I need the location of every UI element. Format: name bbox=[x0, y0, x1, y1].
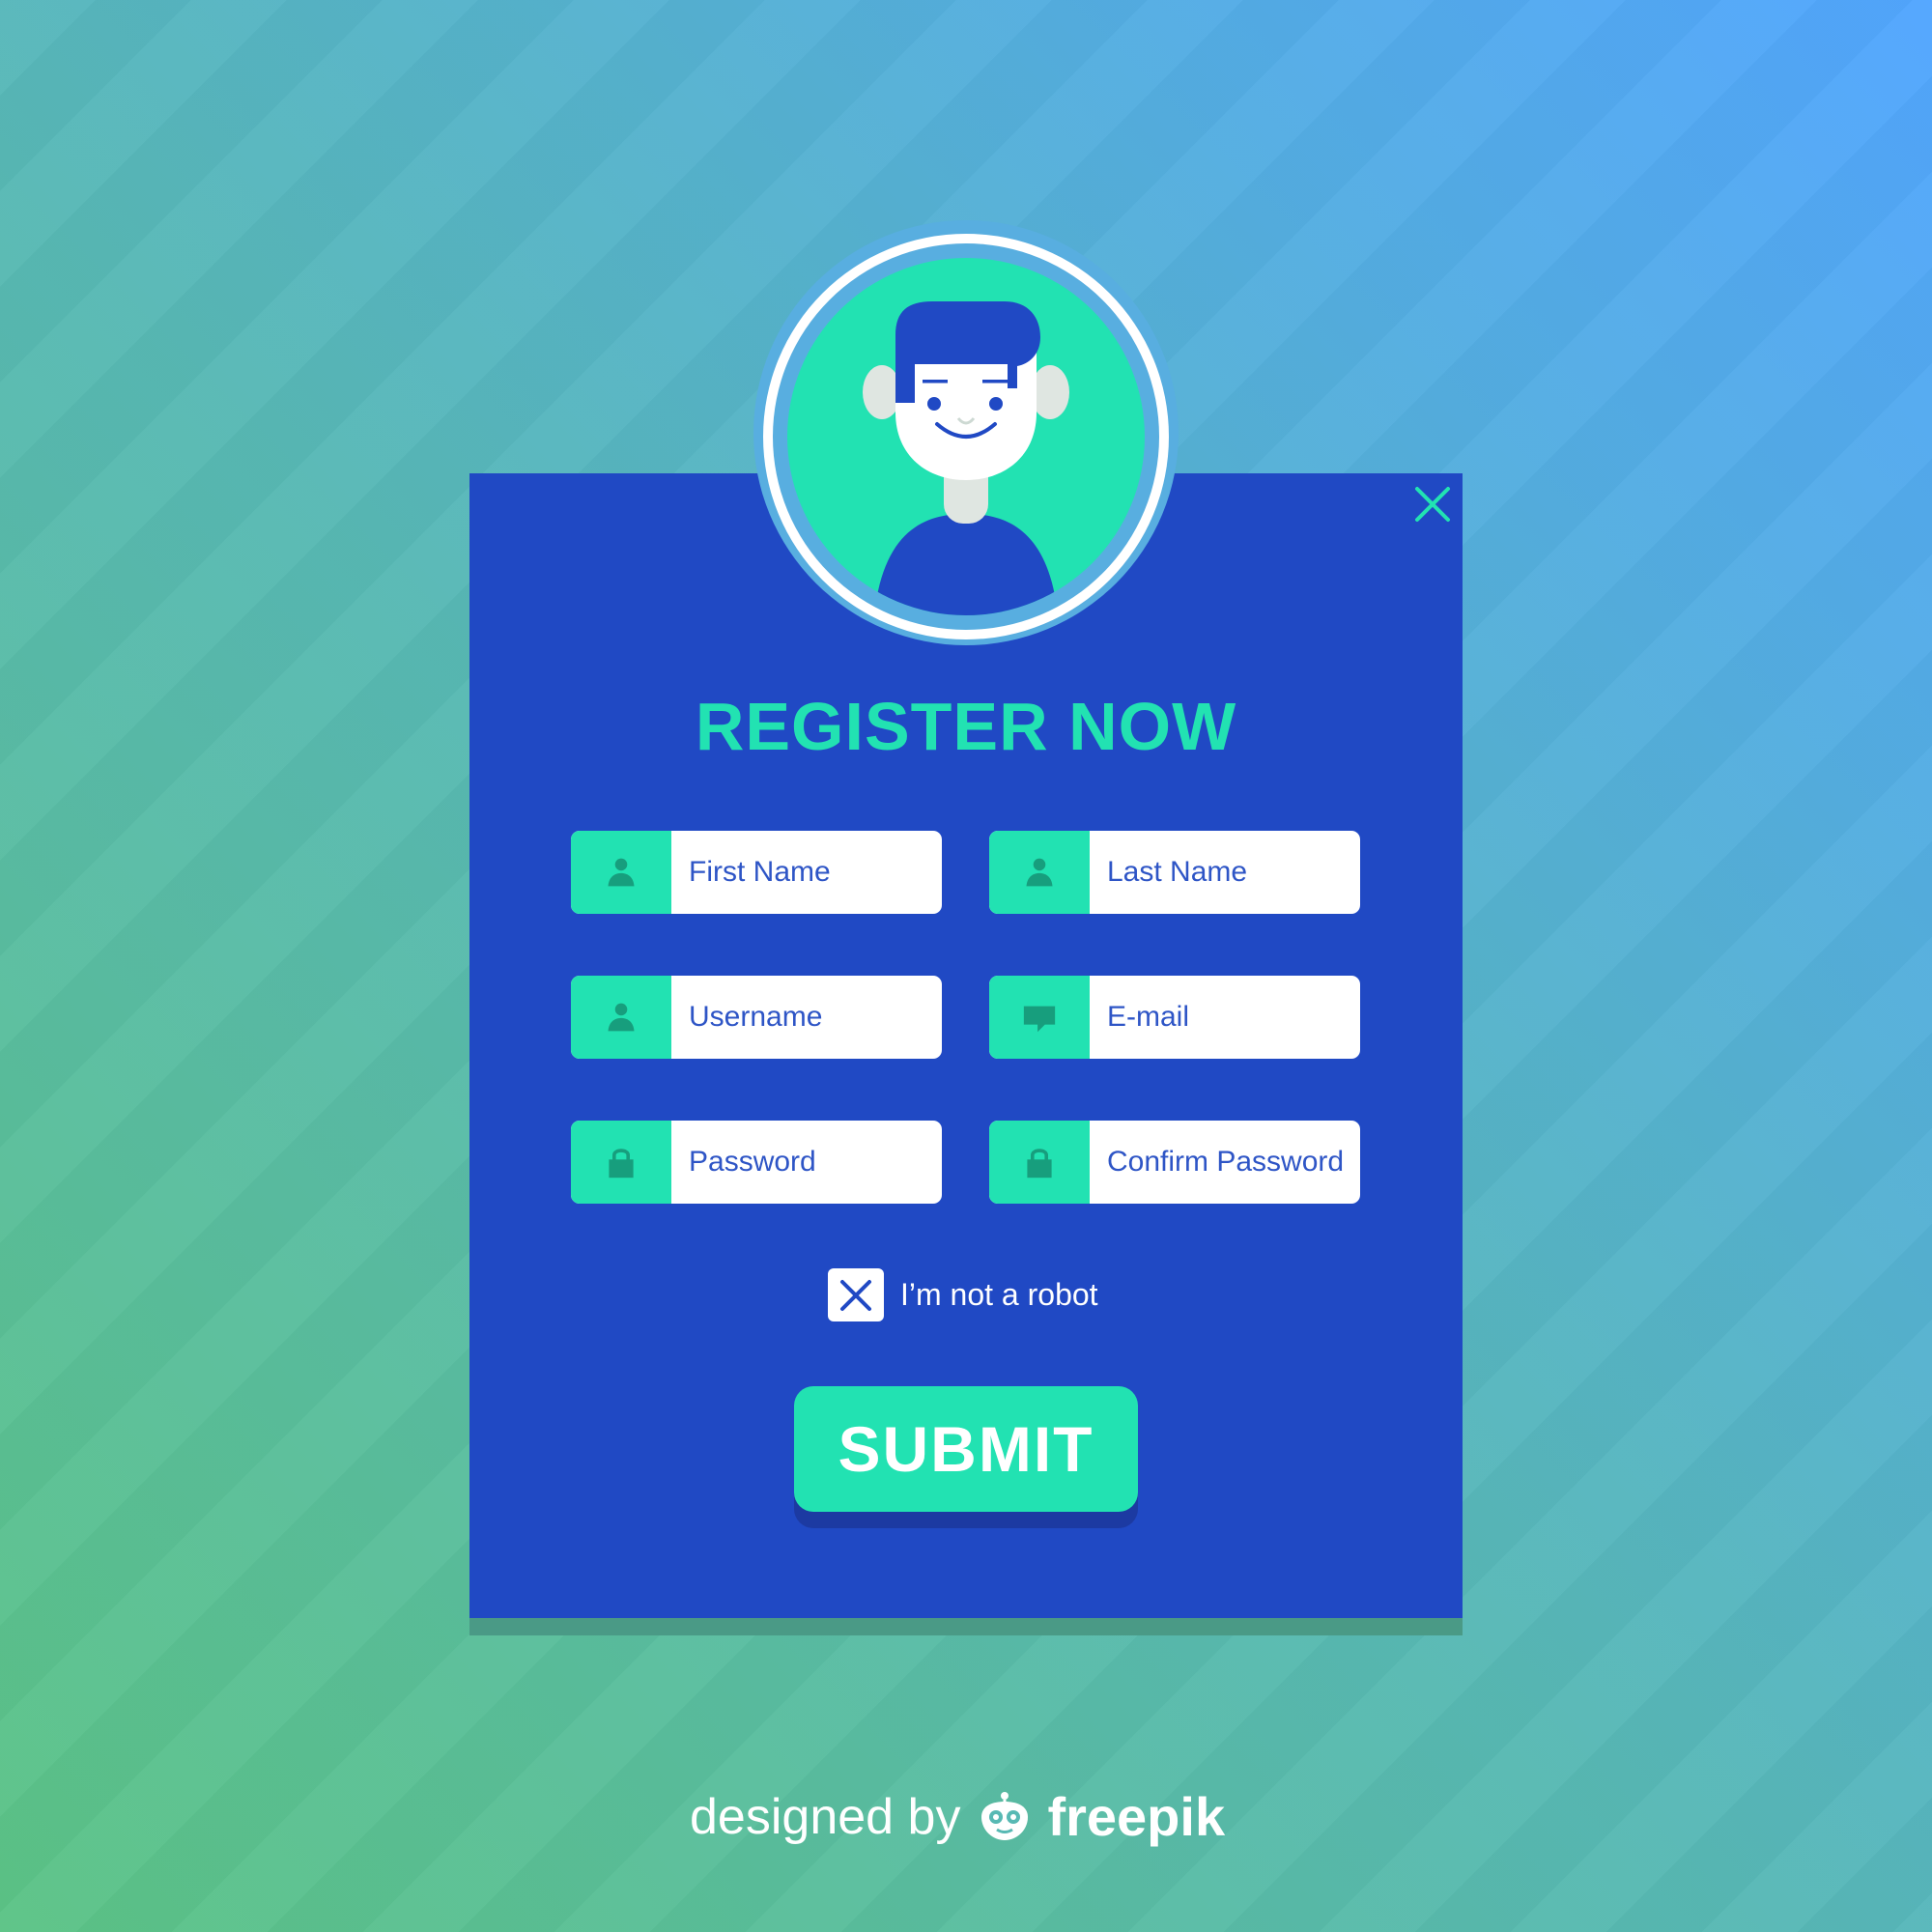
captcha-checkbox[interactable] bbox=[828, 1268, 884, 1321]
confirm-password-input[interactable] bbox=[1090, 1121, 1360, 1204]
attribution-prefix: designed by bbox=[690, 1788, 961, 1845]
email-field bbox=[989, 976, 1360, 1059]
lock-icon bbox=[571, 1121, 671, 1204]
last-name-field bbox=[989, 831, 1360, 914]
user-icon bbox=[571, 976, 671, 1059]
password-input[interactable] bbox=[671, 1121, 942, 1204]
freepik-logo-icon bbox=[976, 1788, 1034, 1846]
username-field bbox=[571, 976, 942, 1059]
attribution: designed by freepik bbox=[690, 1785, 1225, 1848]
x-mark-icon bbox=[840, 1279, 871, 1311]
first-name-field bbox=[571, 831, 942, 914]
close-button[interactable] bbox=[1413, 485, 1452, 524]
last-name-input[interactable] bbox=[1090, 831, 1360, 914]
attribution-brand: freepik bbox=[1047, 1786, 1226, 1847]
user-icon bbox=[571, 831, 671, 914]
email-input[interactable] bbox=[1090, 976, 1360, 1059]
speech-bubble-icon bbox=[989, 976, 1090, 1059]
avatar-illustration bbox=[863, 301, 1069, 615]
submit-button[interactable]: SUBMIT bbox=[794, 1386, 1138, 1512]
lock-icon bbox=[989, 1121, 1090, 1204]
confirm-password-field bbox=[989, 1121, 1360, 1204]
captcha-label: I’m not a robot bbox=[900, 1277, 1098, 1312]
user-icon bbox=[989, 831, 1090, 914]
first-name-input[interactable] bbox=[671, 831, 942, 914]
avatar bbox=[787, 258, 1145, 615]
close-icon bbox=[1415, 487, 1450, 522]
username-input[interactable] bbox=[671, 976, 942, 1059]
page-title: REGISTER NOW bbox=[695, 689, 1237, 764]
password-field bbox=[571, 1121, 942, 1204]
